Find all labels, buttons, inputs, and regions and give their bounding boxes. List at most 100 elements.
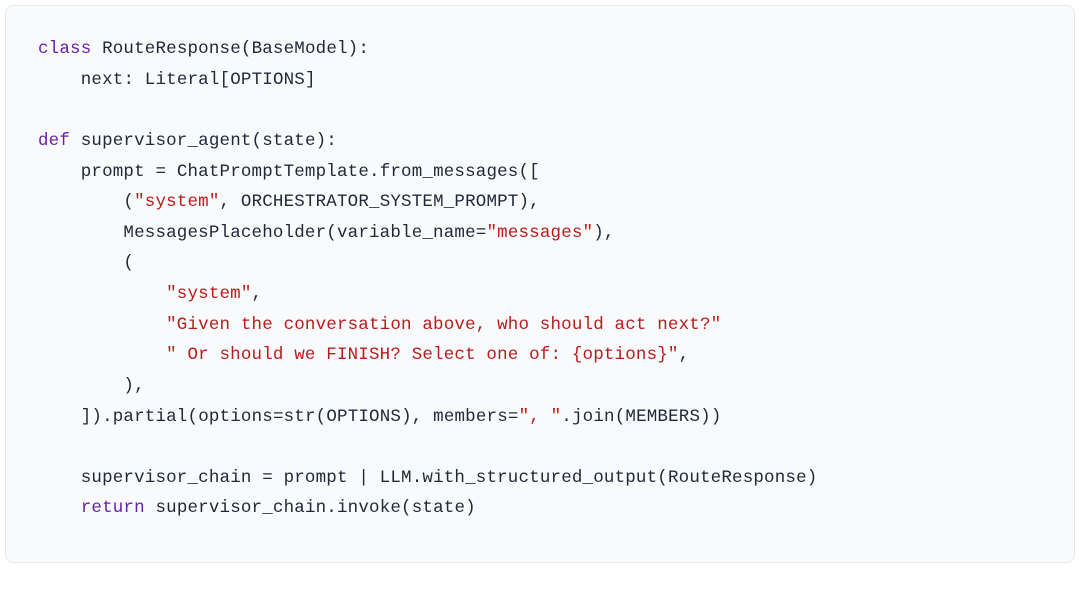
class-chatprompttemplate: ChatPromptTemplate <box>177 162 369 182</box>
code-line-15: supervisor_chain = prompt | LLM.with_str… <box>38 463 1042 494</box>
code-line-9: "system", <box>38 279 1042 310</box>
paren-close: ): <box>348 39 369 59</box>
code-line-4: def supervisor_agent(state): <box>38 126 1042 157</box>
arg-routeresponse: RouteResponse <box>668 468 807 488</box>
comma: , <box>252 284 263 304</box>
paren-open: ( <box>252 131 263 151</box>
pipe-operator: | <box>348 468 380 488</box>
dot: . <box>412 468 423 488</box>
dot: . <box>561 407 572 427</box>
equals: = <box>508 407 519 427</box>
function-name: supervisor_agent <box>81 131 252 151</box>
identifier-orchestrator: ORCHESTRATOR_SYSTEM_PROMPT <box>241 192 519 212</box>
class-name: RouteResponse <box>102 39 241 59</box>
method-join: join <box>572 407 615 427</box>
dot: . <box>369 162 380 182</box>
keyword-def: def <box>38 131 70 151</box>
paren-bracket-open: ([ <box>519 162 540 182</box>
string-conversation: "Given the conversation above, who shoul… <box>166 315 721 335</box>
code-line-12: ), <box>38 371 1042 402</box>
paren-open: ( <box>326 223 337 243</box>
bracket-close: ] <box>305 70 316 90</box>
kwarg-options: options <box>198 407 273 427</box>
indent <box>38 315 166 335</box>
string-messages: "messages" <box>486 223 593 243</box>
type-literal: Literal <box>145 70 220 90</box>
paren-close: ) <box>401 407 412 427</box>
code-line-11: " Or should we FINISH? Select one of: {o… <box>38 340 1042 371</box>
code-line-6: ("system", ORCHESTRATOR_SYSTEM_PROMPT), <box>38 187 1042 218</box>
string-system: "system" <box>134 192 219 212</box>
indent <box>38 70 81 90</box>
code-line-10: "Given the conversation above, who shoul… <box>38 310 1042 341</box>
paren-open: ( <box>401 498 412 518</box>
paren-close-close: )) <box>700 407 721 427</box>
code-line-2: next: Literal[OPTIONS] <box>38 65 1042 96</box>
indent <box>38 468 81 488</box>
dot: . <box>326 498 337 518</box>
code-line-13: ]).partial(options=str(OPTIONS), members… <box>38 402 1042 433</box>
indent <box>38 223 123 243</box>
code-line-8: ( <box>38 248 1042 279</box>
paren-open: ( <box>188 407 199 427</box>
assign: = <box>252 468 284 488</box>
paren-open: ( <box>123 253 134 273</box>
method-invoke: invoke <box>337 498 401 518</box>
equals: = <box>273 407 284 427</box>
indent <box>38 192 123 212</box>
paren-close: ) <box>465 498 476 518</box>
indent <box>38 498 81 518</box>
comma: , <box>679 345 690 365</box>
space <box>145 498 156 518</box>
code-line-16: return supervisor_chain.invoke(state) <box>38 493 1042 524</box>
indent <box>38 407 81 427</box>
assign: = <box>145 162 177 182</box>
identifier-members: MEMBERS <box>625 407 700 427</box>
code-line-3-blank <box>38 95 1042 126</box>
var-prompt: prompt <box>81 162 145 182</box>
kwarg-members: members <box>433 407 508 427</box>
colon: : <box>123 70 144 90</box>
indent <box>38 162 81 182</box>
bracket-paren-close-dot: ]). <box>81 407 113 427</box>
method-with-structured-output: with_structured_output <box>422 468 657 488</box>
var-supervisor-chain: supervisor_chain <box>81 468 252 488</box>
code-block: class RouteResponse(BaseModel): next: Li… <box>5 5 1075 563</box>
indent <box>38 345 166 365</box>
string-finish: " Or should we FINISH? Select one of: {o… <box>166 345 678 365</box>
identifier-options: OPTIONS <box>230 70 305 90</box>
comma: , <box>220 192 241 212</box>
code-line-14-blank <box>38 432 1042 463</box>
var-prompt: prompt <box>284 468 348 488</box>
code-line-5: prompt = ChatPromptTemplate.from_message… <box>38 157 1042 188</box>
paren-close-comma: ), <box>593 223 614 243</box>
bracket-open: [ <box>220 70 231 90</box>
keyword-return: return <box>81 498 145 518</box>
keyword-class: class <box>38 39 91 59</box>
arg-state: state <box>412 498 465 518</box>
method-from-messages: from_messages <box>380 162 519 182</box>
paren-open: ( <box>316 407 327 427</box>
paren-close: ) <box>807 468 818 488</box>
paren-close-colon: ): <box>316 131 337 151</box>
class-messagesplaceholder: MessagesPlaceholder <box>123 223 326 243</box>
builtin-str: str <box>284 407 316 427</box>
paren-open: ( <box>123 192 134 212</box>
paren: ( <box>241 39 252 59</box>
base-class: BaseModel <box>252 39 348 59</box>
indent <box>38 284 166 304</box>
code-line-1: class RouteResponse(BaseModel): <box>38 34 1042 65</box>
equals: = <box>476 223 487 243</box>
kwarg-variable-name: variable_name <box>337 223 476 243</box>
comma: , <box>412 407 433 427</box>
paren-close-comma: ), <box>519 192 540 212</box>
string-system-2: "system" <box>166 284 251 304</box>
paren-close-comma: ), <box>123 376 144 396</box>
var-supervisor-chain: supervisor_chain <box>155 498 326 518</box>
code-line-7: MessagesPlaceholder(variable_name="messa… <box>38 218 1042 249</box>
indent <box>38 376 123 396</box>
identifier-llm: LLM <box>380 468 412 488</box>
param-state: state <box>262 131 315 151</box>
paren-open: ( <box>657 468 668 488</box>
keyword-next: next <box>81 70 124 90</box>
